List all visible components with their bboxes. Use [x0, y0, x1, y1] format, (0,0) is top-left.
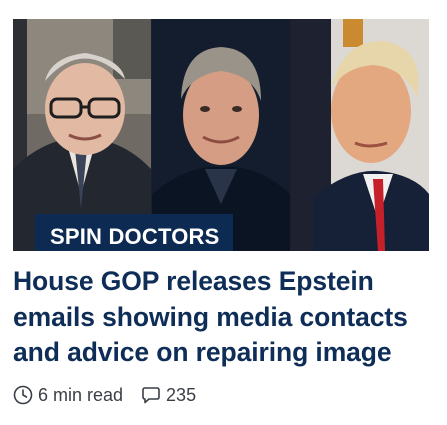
comment-count: 235 [166, 384, 197, 405]
article-meta: 6 min read 235 [13, 382, 196, 408]
speech-bubble-icon [141, 385, 161, 405]
comments-link[interactable]: 235 [141, 385, 196, 406]
article-headline[interactable]: House GOP releases Epstein emails showin… [13, 264, 433, 371]
right-portrait-panel [291, 19, 429, 251]
clock-icon [13, 385, 33, 405]
section-badge[interactable]: SPIN DOCTORS [35, 214, 234, 251]
article-hero-image[interactable]: SPIN DOCTORS [13, 19, 429, 251]
article-card[interactable]: SPIN DOCTORS House GOP releases Epstein … [0, 0, 447, 425]
read-time: 6 min read [38, 384, 124, 405]
